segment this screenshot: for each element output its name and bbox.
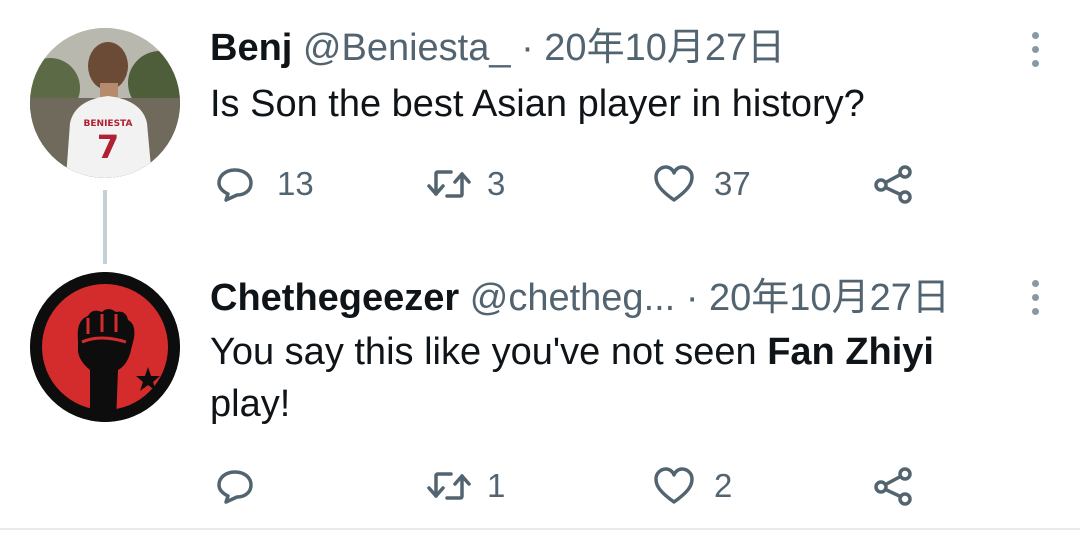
tweet-text: You say this like you've not seen Fan Zh… xyxy=(210,326,1010,430)
tweet-actions: 1 2 xyxy=(0,464,1080,508)
display-name[interactable]: Benj xyxy=(210,27,292,69)
like-count: 37 xyxy=(714,165,751,202)
retweet-icon xyxy=(427,170,471,198)
reply-count: 13 xyxy=(277,165,314,202)
header-separator: · xyxy=(521,27,534,69)
tweet-benj[interactable]: BENIESTA 7 Benj @Beniesta_ · 20年10月27日 I… xyxy=(0,0,1080,260)
tweet-date[interactable]: 20年10月27日 xyxy=(709,277,950,319)
display-name[interactable]: Chethegeezer xyxy=(210,277,459,319)
share-icon xyxy=(874,467,912,506)
retweet-icon xyxy=(427,472,471,500)
tweet-text-part: play! xyxy=(210,383,291,425)
like-count: 2 xyxy=(714,467,733,504)
like-button[interactable]: 37 xyxy=(652,162,751,206)
tweet-header: Chethegeezer @chetheg... · 20年10月27日 xyxy=(210,276,950,320)
reply-icon xyxy=(217,470,253,504)
share-icon xyxy=(874,165,912,204)
user-handle[interactable]: @Beniesta_ xyxy=(303,27,511,69)
reply-button[interactable]: 13 xyxy=(215,162,314,206)
avatar-benj[interactable]: BENIESTA 7 xyxy=(30,28,180,178)
thread-connector xyxy=(103,190,107,264)
heart-icon xyxy=(654,165,694,202)
avatar-jersey-number: 7 xyxy=(97,128,119,166)
tweet-chethegeezer[interactable]: Chethegeezer @chetheg... · 20年10月27日 You… xyxy=(0,260,1080,530)
header-separator: · xyxy=(685,277,699,319)
retweet-count: 1 xyxy=(487,467,506,504)
more-vertical-icon[interactable] xyxy=(1030,280,1040,320)
like-button[interactable]: 2 xyxy=(652,464,732,508)
retweet-count: 3 xyxy=(487,165,506,202)
tweet-date[interactable]: 20年10月27日 xyxy=(544,27,785,69)
tweet-actions: 13 3 37 xyxy=(0,162,1080,206)
share-button[interactable] xyxy=(872,464,914,508)
tweet-text-bold: Fan Zhiyi xyxy=(767,331,934,373)
tweet-text: Is Son the best Asian player in history? xyxy=(210,83,865,125)
reply-button[interactable] xyxy=(215,464,277,508)
heart-icon xyxy=(654,467,694,504)
tweet-text-part: You say this like you've not seen xyxy=(210,331,768,373)
user-handle[interactable]: @chetheg... xyxy=(470,277,675,319)
reply-icon xyxy=(217,168,253,202)
share-button[interactable] xyxy=(872,162,914,206)
retweet-button[interactable]: 1 xyxy=(425,464,505,508)
more-vertical-icon[interactable] xyxy=(1030,32,1040,72)
tweet-header: Benj @Beniesta_ · 20年10月27日 xyxy=(210,26,785,70)
bottom-divider xyxy=(0,528,1080,530)
retweet-button[interactable]: 3 xyxy=(425,162,505,206)
avatar-chethegeezer[interactable] xyxy=(30,272,180,422)
